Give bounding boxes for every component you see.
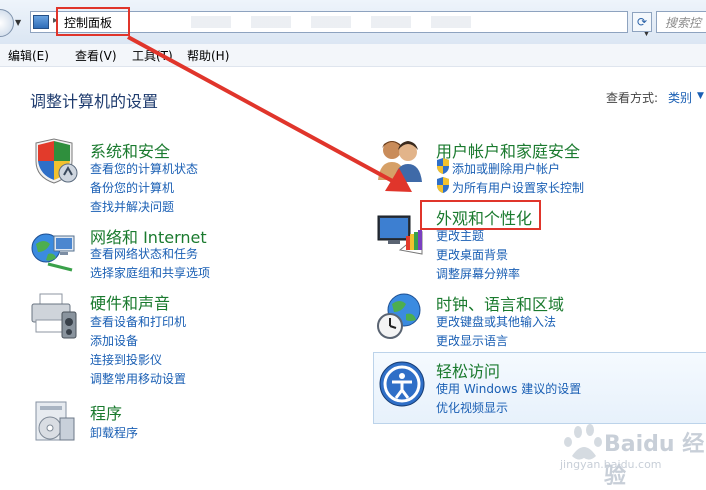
link-windows-recommended-settings[interactable]: 使用 Windows 建议的设置 (436, 380, 581, 397)
highlight-box-address (56, 7, 130, 36)
appearance-monitor-icon[interactable] (376, 210, 424, 258)
uac-shield-icon (437, 158, 449, 174)
link-change-input-method[interactable]: 更改键盘或其他输入法 (436, 313, 556, 330)
link-troubleshoot[interactable]: 查找并解决问题 (90, 198, 174, 215)
link-add-device[interactable]: 添加设备 (90, 332, 138, 349)
link-change-display-language[interactable]: 更改显示语言 (436, 332, 508, 349)
uac-shield-icon (437, 177, 449, 193)
link-devices-printers[interactable]: 查看设备和打印机 (90, 313, 186, 330)
link-change-theme[interactable]: 更改主题 (436, 227, 484, 244)
users-icon[interactable] (376, 136, 424, 184)
category-hardware-sound[interactable]: 硬件和声音 (90, 290, 170, 314)
link-view-computer-status[interactable]: 查看您的计算机状态 (90, 160, 198, 177)
menu-view[interactable]: 查看(V) (75, 47, 117, 64)
category-system-security[interactable]: 系统和安全 (90, 138, 170, 162)
link-homegroup-sharing[interactable]: 选择家庭组和共享选项 (90, 264, 210, 281)
network-globe-icon[interactable] (30, 226, 78, 274)
view-by-select[interactable]: 类别 (668, 89, 692, 106)
menu-edit[interactable]: 编辑(E) (8, 47, 49, 64)
search-input[interactable]: 搜索控 (656, 11, 706, 33)
page-title: 调整计算机的设置 (30, 92, 159, 111)
link-mobility-settings[interactable]: 调整常用移动设置 (90, 370, 186, 387)
category-user-accounts[interactable]: 用户帐户和家庭安全 (436, 138, 580, 162)
menu-bar: 编辑(E) 查看(V) 工具(T) 帮助(H) (0, 44, 706, 67)
link-change-desktop-background[interactable]: 更改桌面背景 (436, 246, 508, 263)
watermark-url: jingyan.baidu.com (560, 458, 662, 471)
link-add-remove-accounts[interactable]: 添加或删除用户帐户 (452, 160, 560, 177)
shield-icon[interactable] (30, 137, 78, 185)
view-by-label: 查看方式: (606, 91, 659, 105)
link-optimize-video-display[interactable]: 优化视频显示 (436, 399, 508, 416)
category-programs[interactable]: 程序 (90, 400, 122, 424)
category-clock-region[interactable]: 时钟、语言和区域 (436, 291, 564, 315)
menu-help[interactable]: 帮助(H) (187, 47, 229, 64)
ease-of-access-icon[interactable] (378, 360, 426, 408)
recent-pages-dropdown-icon[interactable]: ▼ (15, 18, 25, 28)
back-button[interactable] (0, 9, 14, 37)
highlight-box-appearance (420, 200, 541, 230)
link-connect-projector[interactable]: 连接到投影仪 (90, 351, 162, 368)
refresh-button[interactable]: ⟳ (632, 12, 652, 32)
link-screen-resolution[interactable]: 调整屏幕分辨率 (436, 265, 520, 282)
menu-tools[interactable]: 工具(T) (132, 47, 173, 64)
chevron-down-icon[interactable]: ▼ (697, 91, 704, 101)
control-panel-icon (33, 15, 49, 29)
printer-icon[interactable] (30, 292, 78, 340)
clock-globe-icon[interactable] (376, 292, 424, 340)
link-network-status[interactable]: 查看网络状态和任务 (90, 245, 198, 262)
category-ease-of-access[interactable]: 轻松访问 (436, 358, 500, 382)
address-faded-area (191, 16, 491, 28)
programs-icon[interactable] (30, 398, 78, 446)
link-uninstall-program[interactable]: 卸载程序 (90, 424, 138, 441)
link-backup-computer[interactable]: 备份您的计算机 (90, 179, 174, 196)
link-parental-controls[interactable]: 为所有用户设置家长控制 (452, 179, 584, 196)
